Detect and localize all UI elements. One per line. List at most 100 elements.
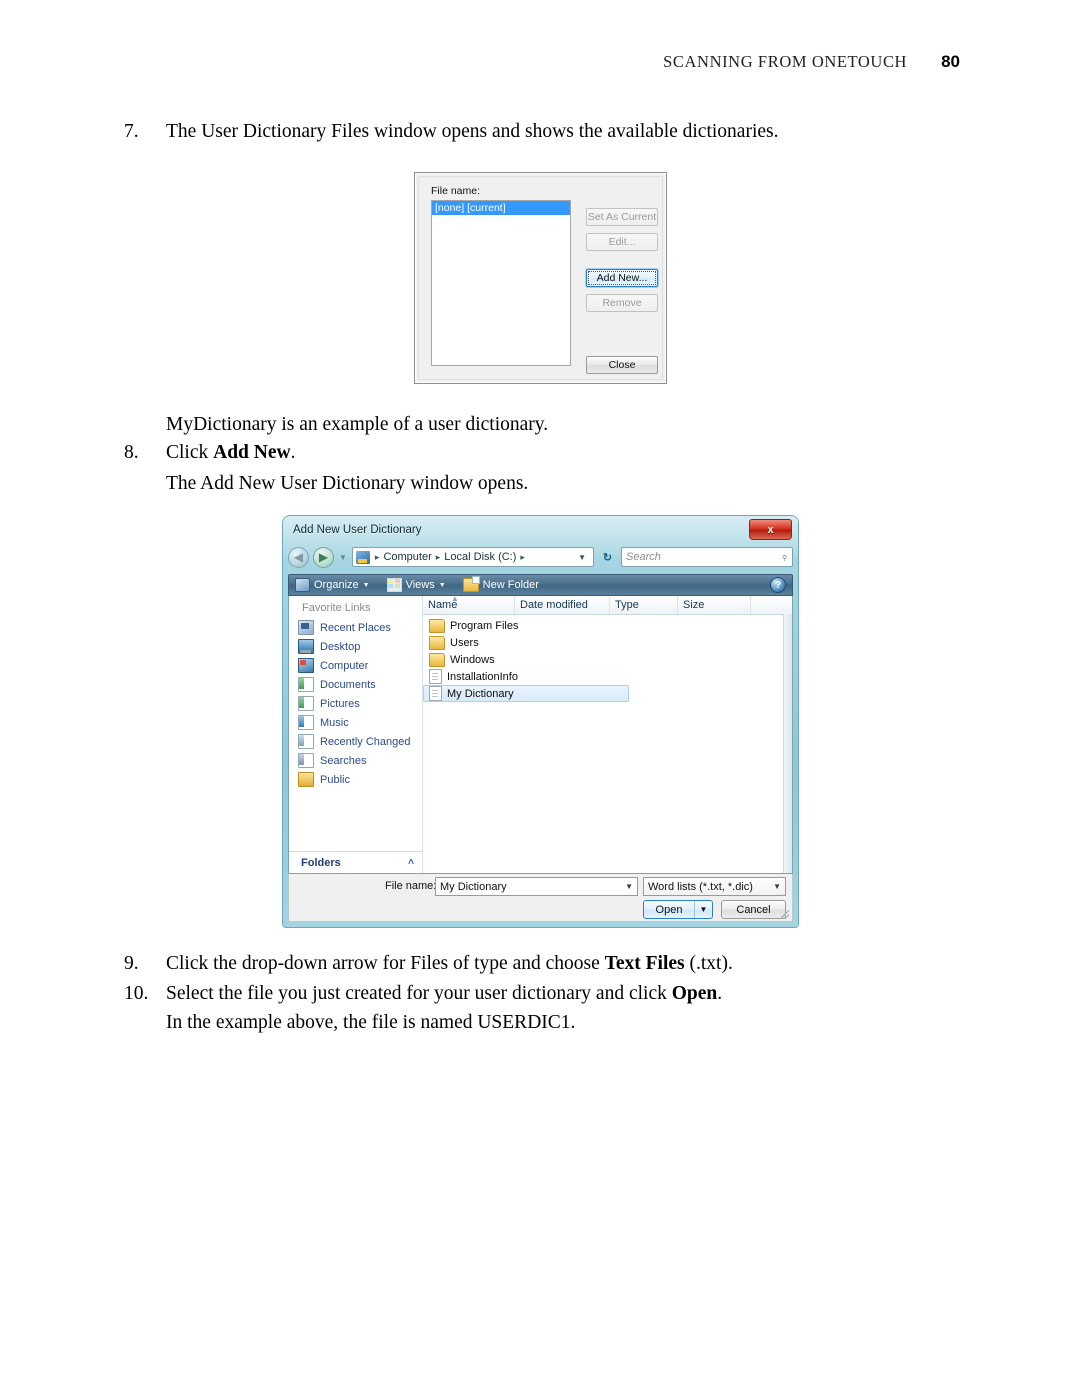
file-name: Program Files — [450, 619, 519, 632]
search-input[interactable]: Search ⌕ — [621, 547, 793, 567]
set-as-current-button[interactable]: Set As Current — [586, 208, 658, 226]
cancel-button[interactable]: Cancel — [721, 900, 786, 919]
dictionary-list[interactable]: [none] [current] — [431, 200, 571, 366]
close-button[interactable]: Close — [586, 356, 658, 374]
column-header-label: Type — [615, 599, 639, 611]
sidebar-item-desktop[interactable]: Desktop — [289, 637, 422, 656]
page-number: 80 — [941, 52, 960, 71]
chevron-down-icon[interactable]: ▼ — [773, 882, 781, 891]
file-type-select[interactable]: Word lists (*.txt, *.dic) ▼ — [643, 877, 786, 896]
resize-grip-icon[interactable] — [780, 910, 789, 919]
step-10: 10. Select the file you just created for… — [124, 979, 824, 1008]
new-folder-button[interactable]: New Folder — [462, 576, 539, 592]
navigation-row: ◀ ▶ ▼ ▸ Computer ▸ Local Disk (C:) ▸ ▼ ↻… — [288, 543, 793, 571]
organize-icon — [295, 578, 310, 592]
breadcrumb-local-disk[interactable]: Local Disk (C:) — [443, 551, 517, 563]
remove-button[interactable]: Remove — [586, 294, 658, 312]
address-bar[interactable]: ▸ Computer ▸ Local Disk (C:) ▸ ▼ — [351, 547, 594, 567]
sidebar-item-computer[interactable]: Computer — [289, 656, 422, 675]
folders-label: Folders — [301, 856, 341, 869]
add-new-button[interactable]: Add New... — [586, 269, 658, 287]
pictures-icon — [298, 696, 314, 711]
add-new-user-dictionary-dialog: Add New User Dictionary x ◀ ▶ ▼ ▸ Comput… — [283, 516, 798, 927]
favorite-links-list: Recent Places Desktop Computer Documents… — [289, 618, 422, 851]
file-name-label: File name: — [385, 880, 437, 892]
recent-places-icon — [298, 620, 314, 635]
sort-ascending-icon: ▲ — [451, 596, 459, 603]
computer-icon — [355, 550, 370, 564]
file-row-windows[interactable]: Windows — [423, 651, 792, 668]
toolbar: Organize ▼ Views ▼ New Folder ? — [288, 574, 793, 596]
folder-icon — [429, 652, 445, 667]
step-10-text-post: . — [717, 983, 723, 1004]
sidebar-item-recently-changed[interactable]: Recently Changed — [289, 732, 422, 751]
file-name-input[interactable]: My Dictionary ▼ — [435, 877, 638, 896]
sidebar-item-recent-places[interactable]: Recent Places — [289, 618, 422, 637]
folders-pane-toggle[interactable]: Folders ˄ — [289, 851, 422, 873]
open-dropdown-chevron-down-icon[interactable]: ▼ — [694, 901, 712, 918]
column-header-name[interactable]: ▲ Name — [423, 596, 515, 614]
open-button-label: Open — [655, 903, 683, 916]
chevron-down-icon[interactable]: ▼ — [625, 882, 633, 891]
sidebar-item-public[interactable]: Public — [289, 770, 422, 789]
sidebar-item-searches[interactable]: Searches — [289, 751, 422, 770]
step-8-text-bold: Add New — [213, 442, 291, 463]
column-headers: ▲ Name Date modified Type Size — [423, 596, 792, 615]
views-button[interactable]: Views ▼ — [386, 578, 446, 592]
views-icon — [386, 578, 402, 592]
add-new-window-note: The Add New User Dictionary window opens… — [166, 473, 529, 494]
organize-button[interactable]: Organize ▼ — [295, 578, 370, 592]
column-header-type[interactable]: Type — [610, 596, 678, 614]
column-header-label: Date modified — [520, 599, 588, 611]
vertical-scrollbar[interactable] — [783, 614, 792, 873]
breadcrumb-separator-icon: ▸ — [374, 551, 380, 562]
documents-icon — [298, 677, 314, 692]
recent-locations-chevron-down-icon[interactable]: ▼ — [339, 553, 347, 562]
document-icon — [429, 686, 442, 701]
help-icon[interactable]: ? — [770, 577, 786, 593]
back-arrow-icon[interactable]: ◀ — [288, 546, 309, 568]
music-icon — [298, 715, 314, 730]
mydictionary-note: MyDictionary is an example of a user dic… — [166, 414, 549, 435]
sidebar-item-documents[interactable]: Documents — [289, 675, 422, 694]
new-folder-label: New Folder — [482, 579, 539, 591]
document-icon — [429, 669, 442, 684]
file-row-program-files[interactable]: Program Files — [423, 617, 792, 634]
refresh-icon[interactable]: ↻ — [598, 547, 617, 567]
step-9-text-pre: Click the drop-down arrow for Files of t… — [166, 953, 605, 974]
file-row-my-dictionary[interactable]: My Dictionary — [423, 685, 629, 702]
edit-button[interactable]: Edit... — [586, 233, 658, 251]
file-list: Program Files Users Windows Installation… — [423, 615, 792, 873]
views-label: Views — [405, 579, 435, 591]
step-9-text: Click the drop-down arrow for Files of t… — [166, 949, 824, 978]
file-name: My Dictionary — [447, 687, 514, 700]
folder-icon — [429, 618, 445, 633]
breadcrumb-computer[interactable]: Computer — [382, 551, 432, 563]
column-header-label: Size — [683, 599, 705, 611]
recently-changed-icon — [298, 734, 314, 749]
sidebar-item-music[interactable]: Music — [289, 713, 422, 732]
column-header-size[interactable]: Size — [678, 596, 751, 614]
file-name-label: File name: — [431, 185, 481, 197]
forward-arrow-icon[interactable]: ▶ — [313, 546, 334, 568]
dialog-title: Add New User Dictionary — [293, 524, 422, 536]
step-8-text-pre: Click — [166, 442, 214, 463]
close-icon[interactable]: x — [749, 519, 792, 540]
sidebar-item-label: Pictures — [320, 697, 360, 710]
step-9-text-bold: Text Files — [604, 953, 685, 974]
sidebar-item-label: Music — [320, 716, 349, 729]
address-chevron-down-icon[interactable]: ▼ — [574, 553, 590, 562]
dialog-inner-frame: File name: [none] [current] Set As Curre… — [418, 176, 663, 380]
file-row-users[interactable]: Users — [423, 634, 792, 651]
step-9: 9. Click the drop-down arrow for Files o… — [124, 949, 824, 978]
sidebar-item-label: Desktop — [320, 640, 361, 653]
sidebar-item-pictures[interactable]: Pictures — [289, 694, 422, 713]
list-item[interactable]: [none] [current] — [432, 201, 570, 215]
file-name: Users — [450, 636, 479, 649]
open-button[interactable]: Open ▼ — [643, 900, 713, 919]
search-placeholder: Search — [626, 551, 661, 563]
file-row-installationinfo[interactable]: InstallationInfo — [423, 668, 792, 685]
step-8-text: Click Add New. — [166, 438, 724, 467]
searches-icon — [298, 753, 314, 768]
column-header-date-modified[interactable]: Date modified — [515, 596, 610, 614]
